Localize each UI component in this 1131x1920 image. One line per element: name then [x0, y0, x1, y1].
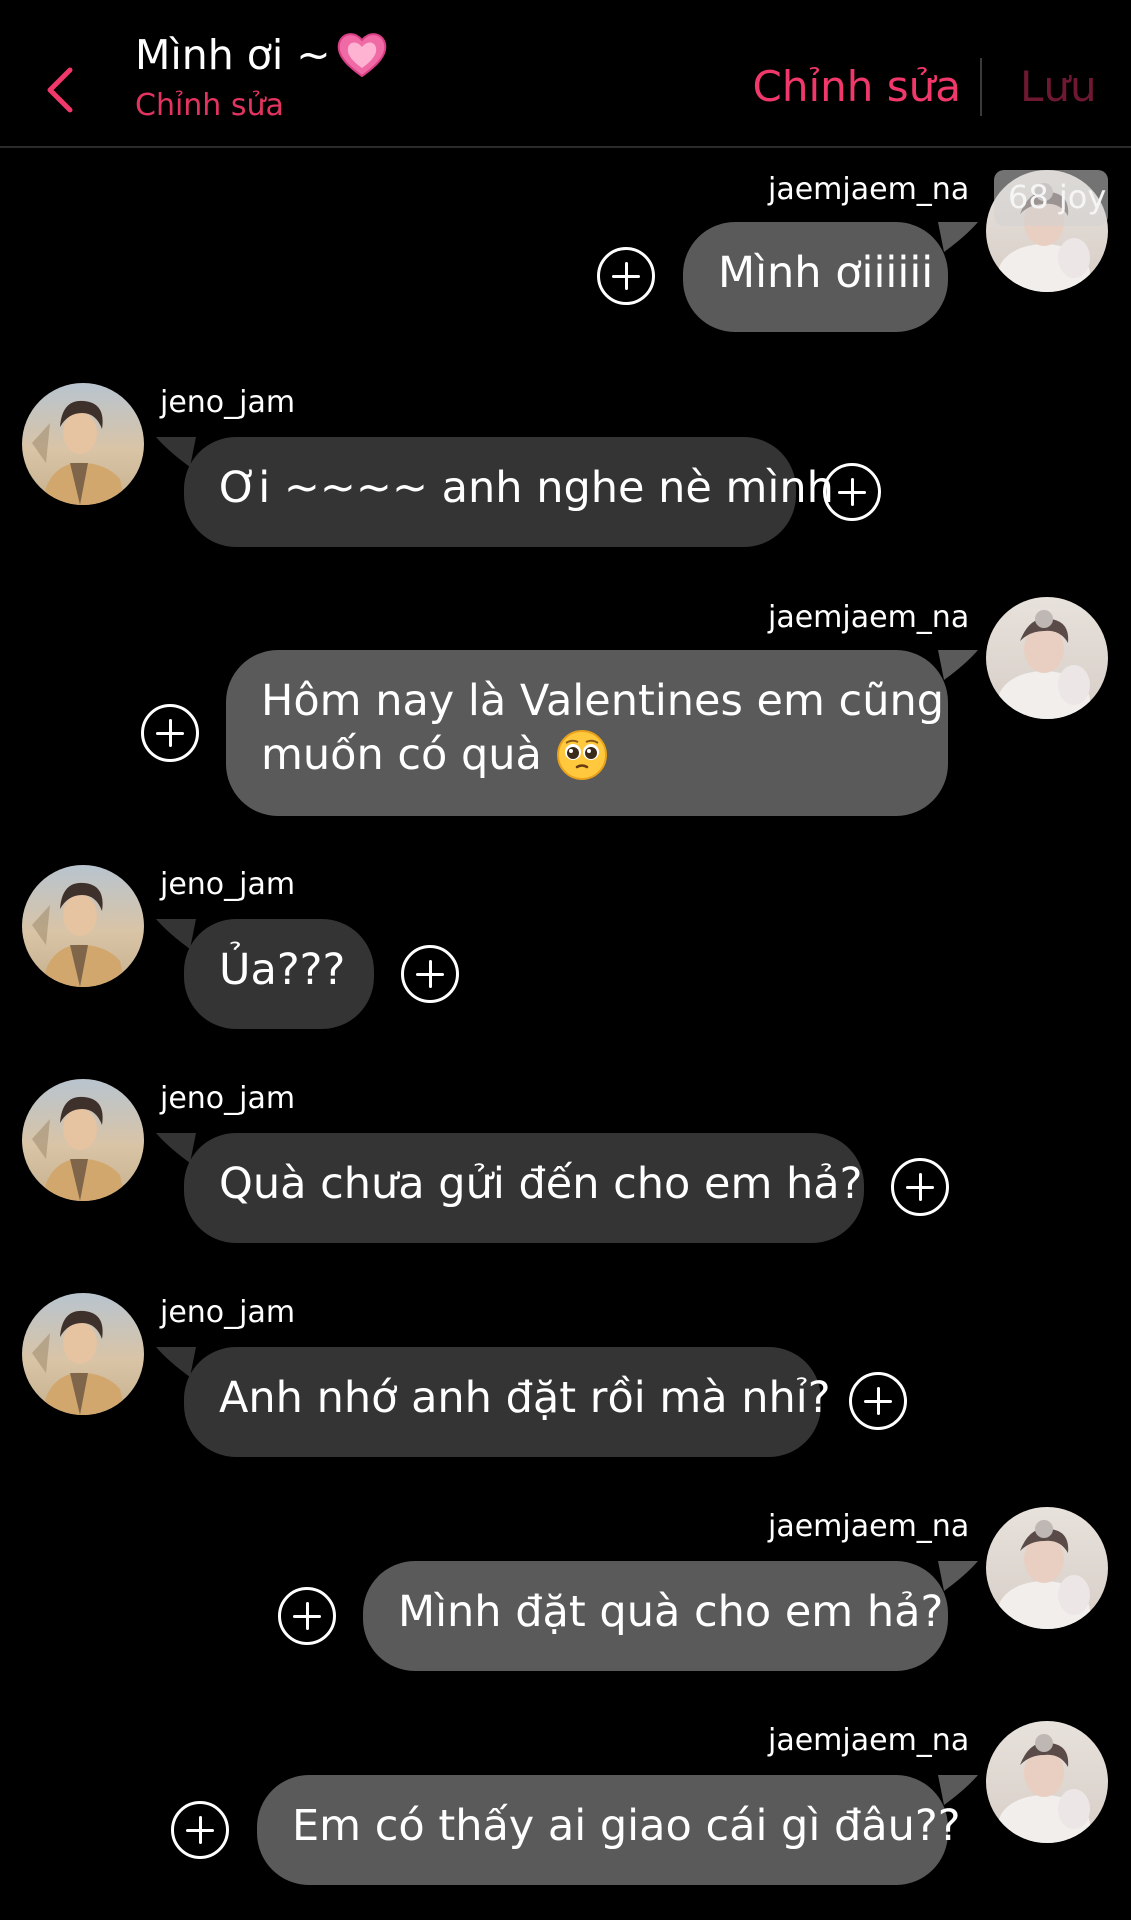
message-line: muốn có quà: [261, 730, 542, 780]
bubble-tail: [156, 437, 196, 467]
message-bubble[interactable]: Mình ơiiiiii: [683, 222, 948, 332]
sender-username: jeno_jam: [160, 385, 296, 420]
message-line: Hôm nay là Valentines em cũng: [261, 676, 945, 726]
message-bubble[interactable]: Ủa???: [184, 919, 374, 1029]
sender-username: jaemjaem_na: [768, 1509, 970, 1544]
avatar[interactable]: [986, 1507, 1108, 1629]
sender-username: jeno_jam: [160, 867, 296, 902]
bubble-tail: [938, 1775, 978, 1805]
chat-subtitle-edit[interactable]: Chỉnh sửa: [135, 88, 389, 123]
avatar[interactable]: [22, 383, 144, 505]
bubble-tail: [938, 650, 978, 680]
bubble-tail: [156, 919, 196, 949]
avatar[interactable]: [986, 597, 1108, 719]
message-bubble[interactable]: Ơi ~~~~ anh nghe nè mình: [184, 437, 834, 547]
edit-button[interactable]: Chỉnh sửa: [753, 62, 961, 111]
add-reaction-button[interactable]: [597, 247, 655, 305]
back-chevron-icon[interactable]: [40, 62, 80, 118]
add-reaction-button[interactable]: [401, 945, 459, 1003]
message-bubble[interactable]: Em có thấy ai giao cái gì đâu??: [257, 1775, 961, 1885]
chat-header: Mình ơi ~ Chỉnh sửa Chỉnh sửa Lưu: [0, 0, 1131, 148]
pleading-face-icon: [556, 730, 607, 780]
bubble-tail: [156, 1133, 196, 1163]
avatar[interactable]: [986, 1721, 1108, 1843]
add-reaction-button[interactable]: [171, 1801, 229, 1859]
add-reaction-button[interactable]: [891, 1158, 949, 1216]
message-bubble[interactable]: Quà chưa gửi đến cho em hả?: [184, 1133, 864, 1243]
chat-title: Mình ơi ~: [135, 31, 331, 79]
add-reaction-button[interactable]: [823, 463, 881, 521]
message-bubble[interactable]: Anh nhớ anh đặt rồi mà nhỉ?: [184, 1347, 831, 1457]
save-button[interactable]: Lưu: [1020, 62, 1097, 111]
header-divider: [980, 58, 982, 116]
sender-username: jaemjaem_na: [768, 172, 970, 207]
sender-username: jaemjaem_na: [768, 1723, 970, 1758]
pink-heart-icon: [337, 33, 386, 78]
reaction-badge: 68 joy: [994, 170, 1108, 226]
bubble-tail: [156, 1347, 196, 1377]
sender-username: jeno_jam: [160, 1295, 296, 1330]
avatar[interactable]: [22, 865, 144, 987]
bubble-tail: [938, 222, 978, 252]
sender-username: jeno_jam: [160, 1081, 296, 1116]
add-reaction-button[interactable]: [141, 704, 199, 762]
message-bubble[interactable]: Mình đặt quà cho em hả?: [363, 1561, 948, 1671]
add-reaction-button[interactable]: [849, 1372, 907, 1430]
message-bubble[interactable]: Hôm nay là Valentines em cũng muốn có qu…: [226, 650, 948, 816]
chat-title-block: Mình ơi ~ Chỉnh sửa: [135, 30, 389, 123]
bubble-tail: [938, 1561, 978, 1591]
avatar[interactable]: [22, 1293, 144, 1415]
chat-screen: Mình ơi ~ Chỉnh sửa Chỉnh sửa Lưu jaemja…: [0, 0, 1131, 1920]
sender-username: jaemjaem_na: [768, 600, 970, 635]
add-reaction-button[interactable]: [278, 1587, 336, 1645]
avatar[interactable]: [22, 1079, 144, 1201]
